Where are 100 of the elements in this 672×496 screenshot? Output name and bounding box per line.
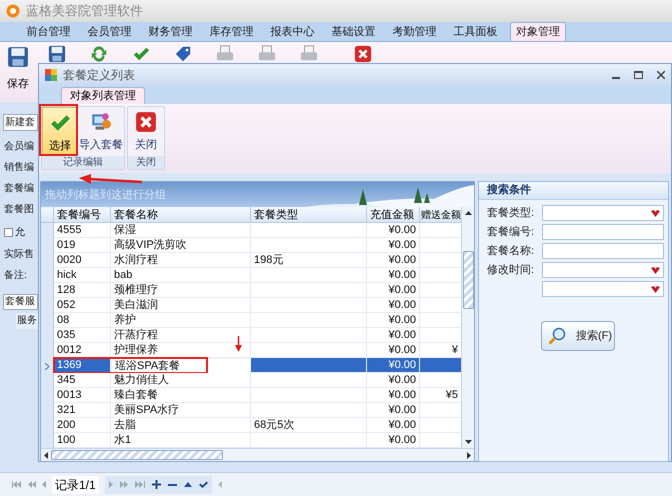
- table-cell: 美白滋润: [114, 299, 158, 311]
- down-arrow-icon: [235, 336, 242, 352]
- column-header[interactable]: 充值金额: [368, 209, 414, 221]
- field-label: 销售编: [4, 162, 35, 174]
- previous-page-icon[interactable]: [28, 481, 36, 488]
- highlight-frame: [39, 104, 78, 156]
- table-row[interactable]: 345 魅力俏佳人 ¥0.00: [41, 373, 461, 388]
- field-label: 会员编: [4, 141, 35, 153]
- search-button[interactable]: 搜索(F): [541, 321, 615, 351]
- table-cell: 汗蒸疗程: [114, 329, 158, 341]
- plus-icon[interactable]: [152, 480, 161, 489]
- menu-tab[interactable]: 对象管理: [510, 22, 566, 41]
- table-row[interactable]: 0020 水润疗程 198元 ¥0.00: [41, 253, 461, 268]
- dropdown-arrow-icon[interactable]: [651, 286, 660, 292]
- column-header[interactable]: 赠送金额: [421, 210, 461, 221]
- dropdown-field[interactable]: [542, 281, 664, 297]
- dropdown-arrow-icon[interactable]: [651, 266, 660, 274]
- table-row[interactable]: 052 美白滋润 ¥0.00: [41, 298, 461, 313]
- dropdown-arrow-icon[interactable]: [651, 210, 660, 216]
- scrollbar-thumb[interactable]: [51, 450, 223, 460]
- menu-tab[interactable]: 工具面板: [445, 23, 506, 41]
- scrollbar-thumb[interactable]: [462, 251, 474, 309]
- table-cell: ¥: [452, 344, 458, 356]
- form-tab[interactable]: 套餐服: [3, 294, 38, 310]
- table-cell: ¥0.00: [388, 359, 416, 371]
- table-row[interactable]: 035 汗蒸疗程 ¥0.00: [41, 328, 461, 343]
- previous-icon[interactable]: [218, 481, 222, 488]
- table-cell: 4555: [57, 224, 82, 236]
- table-cell: 68元5次: [254, 419, 294, 431]
- app-logo-icon: [6, 4, 20, 18]
- checkbox-label: 允: [15, 226, 25, 240]
- scroll-up-icon[interactable]: [464, 211, 472, 215]
- record-counter: 记录1/1: [52, 476, 99, 494]
- group-hint: 拖动列标题到这进行分组: [45, 188, 166, 203]
- table-row[interactable]: 019 高级VIP洗剪吹 ¥0.00: [41, 238, 461, 253]
- table-cell: ¥5: [446, 389, 458, 401]
- dropdown-field[interactable]: [542, 262, 664, 278]
- ribbon-button[interactable]: 选择: [42, 107, 78, 156]
- vertical-scrollbar[interactable]: [461, 207, 474, 448]
- save-button[interactable]: 保存: [4, 45, 32, 92]
- table-row[interactable]: 100 水1 ¥0.00: [41, 433, 461, 448]
- table-row[interactable]: 200 去脂 68元5次 ¥0.00: [41, 418, 461, 433]
- table-cell: 护理保养: [114, 344, 158, 356]
- checkmark-icon[interactable]: [198, 481, 208, 488]
- column-header[interactable]: 套餐编号: [55, 209, 101, 221]
- scroll-right-icon[interactable]: [467, 452, 471, 458]
- table-cell: bab: [114, 269, 132, 281]
- table-row[interactable]: hick bab ¥0.00: [41, 268, 461, 283]
- table-cell: hick: [57, 269, 77, 281]
- column-header[interactable]: 套餐名称: [112, 209, 158, 221]
- ribbon-button[interactable]: 导入套餐: [78, 107, 124, 156]
- menu-tab[interactable]: 会员管理: [79, 23, 140, 41]
- table-cell: 保湿: [114, 224, 136, 236]
- table-cell: ¥0.00: [388, 404, 416, 416]
- menu-tab[interactable]: 前台管理: [18, 23, 79, 41]
- first-page-icon[interactable]: [12, 481, 22, 488]
- table-cell: ¥0.00: [388, 254, 416, 266]
- menu-tab[interactable]: 财务管理: [140, 23, 201, 41]
- scroll-left-icon[interactable]: [44, 452, 48, 458]
- next-page-icon[interactable]: [120, 481, 128, 488]
- table-row[interactable]: 0012 护理保养 ¥0.00 ¥: [41, 343, 461, 358]
- maximize-icon[interactable]: [634, 71, 643, 79]
- column-header[interactable]: 套餐类型: [252, 209, 298, 221]
- group-label: 记录编辑: [42, 156, 124, 169]
- last-page-icon[interactable]: [134, 481, 145, 488]
- row-pointer-icon: [45, 363, 49, 370]
- ribbon-tab[interactable]: 对象列表管理: [61, 87, 145, 104]
- table-row[interactable]: 0013 臻白套餐 ¥0.00 ¥5: [41, 388, 461, 403]
- table-cell: 100: [57, 434, 76, 446]
- table-cell: ¥0.00: [388, 419, 416, 431]
- table-row[interactable]: 08 养护 ¥0.00: [41, 313, 461, 328]
- up-triangle-icon[interactable]: [184, 482, 192, 487]
- table-row[interactable]: 128 颈椎理疗 ¥0.00: [41, 283, 461, 298]
- field-label: 套餐编: [4, 183, 35, 195]
- menu-tab[interactable]: 库存管理: [201, 23, 262, 41]
- next-record-icon[interactable]: [108, 481, 113, 488]
- checkbox[interactable]: [4, 228, 13, 237]
- table-cell: ¥0.00: [388, 329, 416, 341]
- close-icon[interactable]: [657, 71, 665, 79]
- menu-tab[interactable]: 报表中心: [262, 23, 323, 41]
- previous-record-icon[interactable]: [42, 481, 46, 488]
- horizontal-scrollbar[interactable]: [41, 448, 474, 461]
- dropdown-field[interactable]: [542, 205, 664, 221]
- dialog-title: 套餐定义列表: [63, 67, 136, 84]
- input-field[interactable]: [542, 224, 664, 240]
- table-cell: ¥0.00: [388, 269, 416, 281]
- table-cell: 321: [57, 404, 76, 416]
- scroll-down-icon[interactable]: [464, 440, 472, 444]
- table-cell: 052: [57, 299, 76, 311]
- menu-tab[interactable]: 基础设置: [323, 23, 384, 41]
- table-row[interactable]: 321 美丽SPA水疗 ¥0.00: [41, 403, 461, 418]
- minus-icon[interactable]: [168, 484, 177, 486]
- panel-title: 搜索条件: [487, 182, 531, 198]
- table-row[interactable]: 4555 保湿 ¥0.00: [41, 223, 461, 238]
- table-cell: 魅力俏佳人: [114, 374, 169, 386]
- menu-tab[interactable]: 考勤管理: [384, 23, 445, 41]
- input-field[interactable]: [542, 243, 664, 259]
- form-tab[interactable]: 新建套: [3, 114, 38, 131]
- ribbon-button[interactable]: 关闭: [128, 107, 164, 156]
- table-cell: ¥0.00: [388, 224, 416, 236]
